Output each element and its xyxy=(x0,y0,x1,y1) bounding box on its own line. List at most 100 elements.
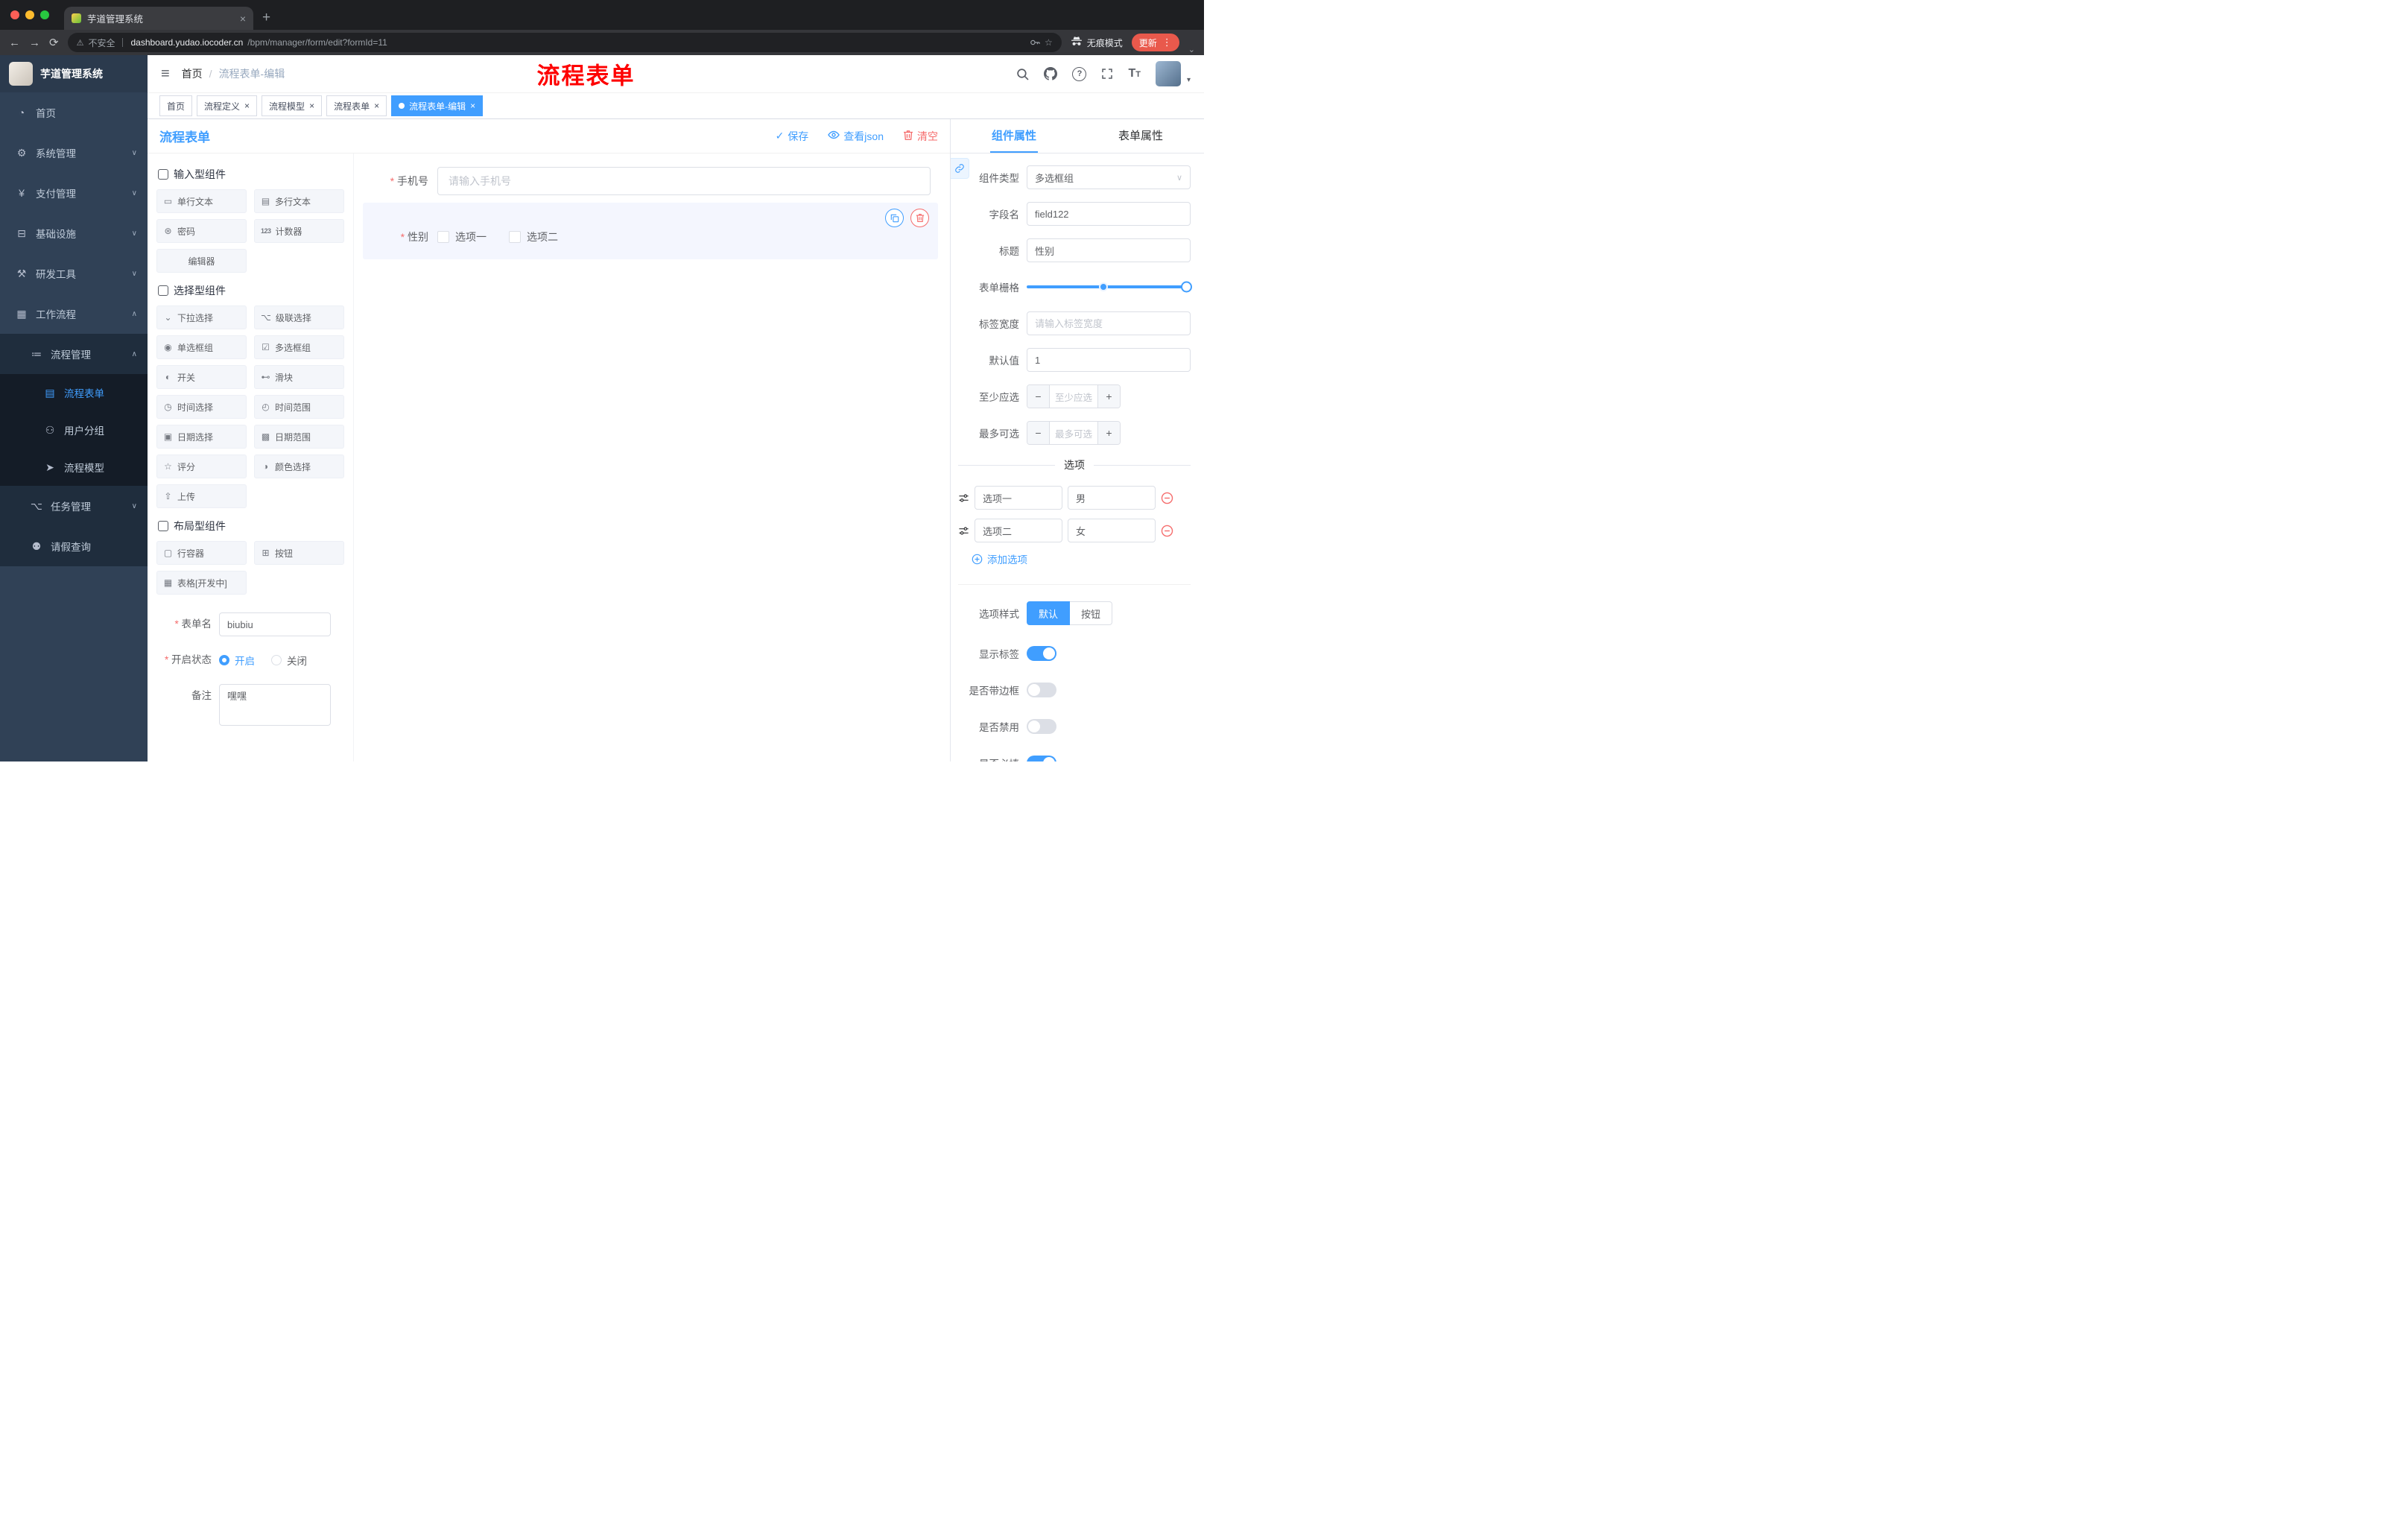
fullscreen-icon[interactable] xyxy=(1101,68,1113,80)
palette-item-checkbox-group[interactable]: ☑ 多选框组 xyxy=(254,335,344,359)
sidebar-item-payment-management[interactable]: ¥ 支付管理 ∨ xyxy=(0,173,148,213)
link-icon[interactable] xyxy=(951,158,969,179)
sidebar-item-infrastructure[interactable]: ⊟ 基础设施 ∨ xyxy=(0,213,148,253)
default-value-input[interactable] xyxy=(1027,348,1191,372)
chevron-down-icon[interactable]: ⌄ xyxy=(1188,45,1195,54)
tab-home[interactable]: 首页 xyxy=(159,95,193,116)
clear-button[interactable]: 清空 xyxy=(903,129,938,144)
checkbox-icon[interactable] xyxy=(437,231,449,243)
title-input[interactable] xyxy=(1027,238,1191,262)
reload-button[interactable]: ⟳ xyxy=(49,36,59,49)
search-icon[interactable] xyxy=(1016,68,1029,80)
max-select-stepper[interactable]: − 最多可选 + xyxy=(1027,421,1121,445)
option-1-label-input[interactable] xyxy=(975,486,1062,510)
palette-item-table[interactable]: ▦ 表格[开发中] xyxy=(156,571,247,595)
close-icon[interactable]: × xyxy=(374,101,379,111)
view-json-button[interactable]: 查看json xyxy=(828,129,884,144)
checkbox-option-1[interactable]: 选项一 xyxy=(437,229,487,244)
tab-process-definition[interactable]: 流程定义 × xyxy=(197,95,258,116)
min-select-value[interactable]: 至少应选 xyxy=(1050,385,1097,408)
palette-item-upload[interactable]: ⇧ 上传 xyxy=(156,484,247,508)
palette-item-counter[interactable]: 123 计数器 xyxy=(254,219,344,243)
palette-item-slider[interactable]: ⊷ 滑块 xyxy=(254,365,344,389)
browser-menu-icon[interactable]: ⋮ xyxy=(1162,37,1172,48)
drag-handle-icon[interactable] xyxy=(958,525,969,536)
sidebar-item-user-group[interactable]: ⚇ 用户分组 xyxy=(0,411,148,449)
palette-item-select[interactable]: ⌄ 下拉选择 xyxy=(156,305,247,329)
sidebar-item-task-management[interactable]: ⌥ 任务管理 ∨ xyxy=(0,486,148,526)
form-grid-slider[interactable] xyxy=(1027,275,1192,299)
style-button-button[interactable]: 按钮 xyxy=(1070,601,1113,625)
checkbox-option-2[interactable]: 选项二 xyxy=(509,229,558,244)
add-option-button[interactable]: 添加选项 xyxy=(972,551,1191,566)
close-window-button[interactable] xyxy=(10,10,19,19)
palette-item-row-container[interactable]: ▢ 行容器 xyxy=(156,541,247,565)
hamburger-icon[interactable]: ≡ xyxy=(161,66,170,83)
plus-button[interactable]: + xyxy=(1097,422,1120,444)
zoom-window-button[interactable] xyxy=(40,10,49,19)
sidebar-item-home[interactable]: ◔ 首页 xyxy=(0,92,148,133)
option-1-value-input[interactable] xyxy=(1068,486,1156,510)
close-icon[interactable]: × xyxy=(244,101,250,111)
field-name-input[interactable] xyxy=(1027,202,1191,226)
status-off-radio[interactable]: 关闭 xyxy=(271,653,307,668)
disabled-switch[interactable] xyxy=(1027,719,1056,734)
drag-handle-icon[interactable] xyxy=(958,493,969,504)
tab-process-form[interactable]: 流程表单 × xyxy=(326,95,387,116)
breadcrumb-home[interactable]: 首页 xyxy=(182,66,203,81)
phone-input[interactable] xyxy=(437,167,931,195)
close-icon[interactable]: × xyxy=(470,101,475,111)
sidebar-item-leave-query[interactable]: ⚉ 请假查询 xyxy=(0,526,148,566)
min-select-stepper[interactable]: − 至少应选 + xyxy=(1027,384,1121,408)
palette-item-cascader[interactable]: ⌥ 级联选择 xyxy=(254,305,344,329)
palette-item-radio-group[interactable]: ◉ 单选框组 xyxy=(156,335,247,359)
sidebar-item-workflow[interactable]: ▦ 工作流程 ∧ xyxy=(0,294,148,334)
slider-handle[interactable] xyxy=(1181,281,1192,293)
tab-close-icon[interactable]: × xyxy=(240,13,246,25)
tab-process-form-edit[interactable]: 流程表单-编辑 × xyxy=(391,95,484,116)
palette-item-time-picker[interactable]: ◷ 时间选择 xyxy=(156,395,247,419)
required-switch[interactable] xyxy=(1027,756,1056,762)
palette-item-single-line-text[interactable]: ▭ 单行文本 xyxy=(156,189,247,213)
tab-process-model[interactable]: 流程模型 × xyxy=(262,95,323,116)
new-tab-button[interactable]: + xyxy=(262,10,270,26)
delete-component-button[interactable] xyxy=(910,209,929,227)
back-button[interactable]: ← xyxy=(9,37,20,49)
palette-item-date-range[interactable]: ▩ 日期范围 xyxy=(254,425,344,449)
palette-item-time-range[interactable]: ◴ 时间范围 xyxy=(254,395,344,419)
update-button[interactable]: 更新 ⋮ xyxy=(1131,34,1179,51)
palette-item-color-picker[interactable]: ◑ 颜色选择 xyxy=(254,455,344,478)
checkbox-icon[interactable] xyxy=(509,231,521,243)
status-on-radio[interactable]: 开启 xyxy=(219,653,255,668)
bookmark-star-icon[interactable]: ☆ xyxy=(1045,37,1053,48)
form-name-input[interactable] xyxy=(219,612,331,636)
minus-button[interactable]: − xyxy=(1027,422,1050,444)
help-icon[interactable]: ? xyxy=(1072,66,1087,81)
close-icon[interactable]: × xyxy=(309,101,314,111)
copy-component-button[interactable] xyxy=(885,209,904,227)
avatar[interactable] xyxy=(1155,61,1181,86)
remove-option-button[interactable] xyxy=(1161,492,1173,504)
form-item-gender-selected[interactable]: 性别 选项一 选项二 xyxy=(363,203,938,259)
props-tab-component[interactable]: 组件属性 xyxy=(951,119,1077,153)
url-bar[interactable]: ⚠ 不安全 dashboard.yudao.iocoder.cn /bpm/ma… xyxy=(67,33,1062,52)
minimize-window-button[interactable] xyxy=(25,10,34,19)
component-type-select[interactable]: 多选框组 ∨ xyxy=(1027,165,1191,189)
browser-tab[interactable]: 芋道管理系统 × xyxy=(64,7,253,30)
sidebar-item-dev-tools[interactable]: ⚒ 研发工具 ∨ xyxy=(0,253,148,294)
palette-item-switch[interactable]: ◐ 开关 xyxy=(156,365,247,389)
option-2-value-input[interactable] xyxy=(1068,519,1156,542)
border-switch[interactable] xyxy=(1027,683,1056,697)
palette-item-rate[interactable]: ☆ 评分 xyxy=(156,455,247,478)
sidebar-item-process-model[interactable]: ➤ 流程模型 xyxy=(0,449,148,486)
max-select-value[interactable]: 最多可选 xyxy=(1050,422,1097,444)
form-item-phone[interactable]: 手机号 xyxy=(363,167,938,195)
sidebar-item-system-management[interactable]: ⚙ 系统管理 ∨ xyxy=(0,133,148,173)
form-remark-textarea[interactable]: 嘿嘿 xyxy=(219,684,331,726)
style-default-button[interactable]: 默认 xyxy=(1027,601,1071,625)
label-width-input[interactable] xyxy=(1027,311,1191,335)
sidebar-logo[interactable]: 芋道管理系统 xyxy=(0,55,148,92)
palette-item-multiline-text[interactable]: ▤ 多行文本 xyxy=(254,189,344,213)
palette-item-button[interactable]: ⊞ 按钮 xyxy=(254,541,344,565)
palette-item-editor[interactable]: 编辑器 xyxy=(156,249,247,273)
